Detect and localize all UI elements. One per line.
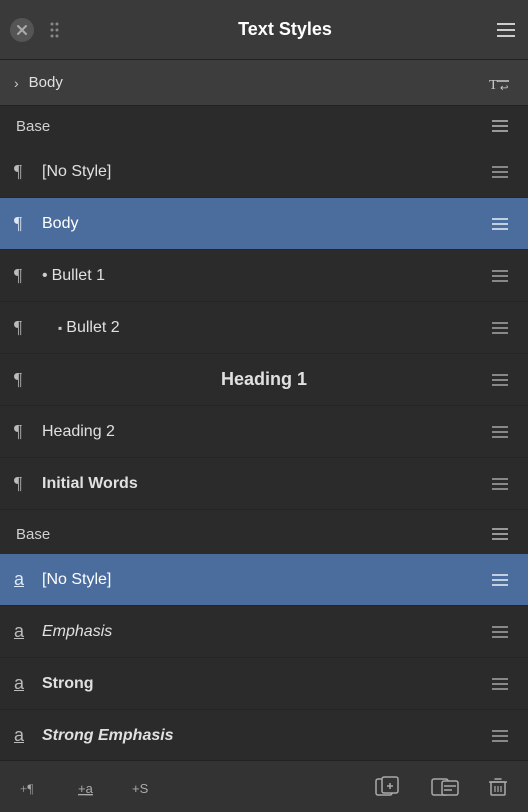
paragraph-icon: ¶ [14,369,42,390]
para-no-style-label: [No Style] [42,163,486,181]
char-icon: a [14,673,42,694]
breadcrumb-bar: › Body T ↩ [0,60,528,106]
bullet2-menu[interactable] [486,314,514,342]
initial-words-menu[interactable] [486,470,514,498]
char-icon: a [14,569,42,590]
paragraph-icon: ¶ [14,473,42,494]
body-label: Body [42,215,486,233]
add-s-style-button[interactable]: +S [128,769,164,805]
para-no-style-menu[interactable] [486,158,514,186]
heading2-item[interactable]: ¶ Heading 2 [0,406,528,458]
svg-text:T: T [489,78,498,93]
bullet1-menu[interactable] [486,262,514,290]
strong-emphasis-menu[interactable] [486,722,514,750]
initial-words-item[interactable]: ¶ Initial Words [0,458,528,510]
char-no-style-menu[interactable] [486,566,514,594]
paragraph-icon: ¶ [14,265,42,286]
strong-item[interactable]: a Strong [0,658,528,710]
character-section-header: Base [0,514,528,554]
para-no-style-item[interactable]: ¶ [No Style] [0,146,528,198]
breadcrumb-label: Body [29,74,484,91]
bullet2-item[interactable]: ¶ ▪ Bullet 2 [0,302,528,354]
apply-button[interactable] [426,769,466,805]
svg-text:+a: +a [78,781,94,796]
breadcrumb-back-button[interactable]: › [14,75,19,91]
strong-emphasis-label: Strong Emphasis [42,727,486,745]
paragraph-icon: ¶ [14,317,42,338]
initial-words-label: Initial Words [42,475,486,493]
strong-emphasis-item[interactable]: a Strong Emphasis [0,710,528,762]
bullet1-dot: • [42,267,48,285]
strong-menu[interactable] [486,670,514,698]
bullet1-item[interactable]: ¶ • Bullet 1 [0,250,528,302]
delete-button[interactable] [484,773,512,801]
char-icon: a [14,621,42,642]
panel-title: Text Styles [76,19,494,40]
emphasis-item[interactable]: a Emphasis [0,606,528,658]
character-section-label: Base [16,526,488,543]
format-text-icon[interactable]: T ↩ [484,68,514,98]
paragraph-icon: ¶ [14,421,42,442]
character-section-menu[interactable] [488,522,512,546]
heading1-label: Heading 1 [42,369,486,390]
add-character-style-button[interactable]: +a [74,769,110,805]
header: Text Styles [0,0,528,60]
heading1-item[interactable]: ¶ Heading 1 [0,354,528,406]
svg-text:+S: +S [132,781,149,796]
char-icon: a [14,725,42,746]
footer-toolbar: +¶ +a +S [0,760,528,812]
paragraph-icon: ¶ [14,161,42,182]
heading2-menu[interactable] [486,418,514,446]
emphasis-menu[interactable] [486,618,514,646]
bullet1-label: Bullet 1 [52,267,486,285]
bullet2-label: Bullet 2 [66,319,486,337]
paragraph-section-menu[interactable] [488,114,512,138]
char-no-style-item[interactable]: a [No Style] [0,554,528,606]
body-menu[interactable] [486,210,514,238]
emphasis-label: Emphasis [42,623,486,641]
paragraph-section-header: Base [0,106,528,146]
duplicate-button[interactable] [368,769,408,805]
close-button[interactable] [10,18,34,42]
body-item[interactable]: ¶ Body [0,198,528,250]
svg-text:↩: ↩ [500,83,508,94]
drag-handle [42,18,66,42]
strong-label: Strong [42,675,486,693]
heading1-menu[interactable] [486,366,514,394]
heading2-label: Heading 2 [42,423,486,441]
header-menu-button[interactable] [494,18,518,42]
svg-text:+¶: +¶ [20,781,33,796]
char-no-style-label: [No Style] [42,571,486,589]
bullet2-dot: ▪ [58,321,62,335]
paragraph-section-label: Base [16,118,488,135]
add-paragraph-style-button[interactable]: +¶ [16,769,56,805]
paragraph-icon: ¶ [14,213,42,234]
